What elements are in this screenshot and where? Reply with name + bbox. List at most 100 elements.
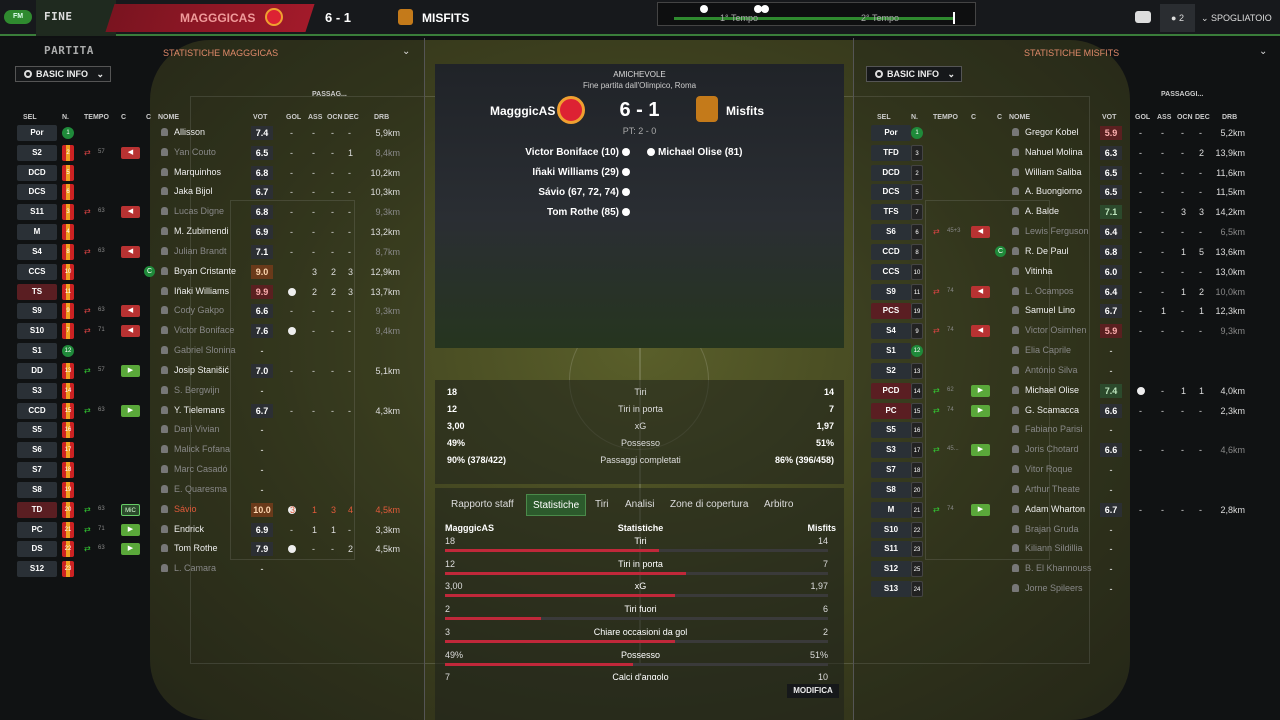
player-row[interactable]: S13 24 Jorne Spileers -	[854, 579, 1279, 598]
player-name[interactable]: Gregor Kobel	[1025, 127, 1079, 137]
player-row[interactable]: DS 22 ⇄ 63 ▶ Tom Rothe 7.9 - - 2 4,5km	[0, 539, 425, 558]
match-timeline[interactable]: 1° Tempo 2° Tempo	[657, 2, 976, 26]
player-row[interactable]: CCD 8 C R. De Paul 6.8 - - 1 5 13,6km	[854, 242, 1279, 261]
player-row[interactable]: Por 1 Allisson 7.4 - - - - 5,9km	[0, 123, 425, 142]
player-row[interactable]: TFD 3 Nahuel Molina 6.3 - - - 2 13,9km	[854, 143, 1279, 162]
player-row[interactable]: Por 1 Gregor Kobel 5.9 - - - - 5,2km	[854, 123, 1279, 142]
player-row[interactable]: S7 18 Vitor Roque -	[854, 460, 1279, 479]
player-row[interactable]: DCD 2 William Saliba 6.5 - - - - 11,6km	[854, 163, 1279, 182]
player-name[interactable]: António Silva	[1025, 365, 1078, 375]
player-name[interactable]: Tom Rothe	[174, 543, 218, 553]
column-header-nome[interactable]: NOME	[1009, 114, 1030, 121]
player-name[interactable]: Vitor Roque	[1025, 464, 1072, 474]
player-row[interactable]: PCS 19 Samuel Lino 6.7 - 1 - 1 12,3km	[854, 301, 1279, 320]
player-row[interactable]: S1 12 Gabriel Slonina -	[0, 341, 425, 360]
player-row[interactable]: S2 2 ⇄ 57 ◀ Yan Couto 6.5 - - - 1 8,4km	[0, 143, 425, 162]
player-row[interactable]: DD 13 ⇄ 57 ▶ Josip Stanišić 7.0 - - - - 5,1km	[0, 361, 425, 380]
tab-rapporto-staff[interactable]: Rapporto staff	[445, 494, 520, 516]
player-name[interactable]: Lucas Digne	[174, 206, 224, 216]
column-header-sel[interactable]: SEL	[877, 114, 891, 121]
column-header-n[interactable]: N.	[911, 114, 918, 121]
player-row[interactable]: S3 17 ⇄ 45... ▶ Joris Chotard 6.6 - - - - 4,6km	[854, 440, 1279, 459]
column-header-ocn[interactable]: OCN	[1177, 114, 1193, 121]
player-name[interactable]: M. Zubimendi	[174, 226, 229, 236]
player-name[interactable]: Endrick	[174, 524, 204, 534]
player-row[interactable]: S3 14 S. Bergwijn -	[0, 381, 425, 400]
player-name[interactable]: Elia Caprile	[1025, 345, 1071, 355]
player-name[interactable]: Allisson	[174, 127, 205, 137]
player-row[interactable]: S8 19 E. Quaresma -	[0, 480, 425, 499]
player-row[interactable]: S6 17 Malick Fofana -	[0, 440, 425, 459]
column-header-gol[interactable]: GOL	[1135, 114, 1150, 121]
tab-tiri[interactable]: Tiri	[589, 494, 615, 516]
player-name[interactable]: Marc Casadó	[174, 464, 228, 474]
player-row[interactable]: S9 9 ⇄ 63 ◀ Cody Gakpo 6.6 - - - - 9,3km	[0, 301, 425, 320]
player-name[interactable]: Y. Tielemans	[174, 405, 225, 415]
player-name[interactable]: S. Bergwijn	[174, 385, 220, 395]
tab-arbitro[interactable]: Arbitro	[758, 494, 799, 516]
player-name[interactable]: Iñaki Williams	[174, 286, 229, 296]
player-row[interactable]: CCD 15 ⇄ 63 ▶ Y. Tielemans 6.7 - - - - 4,3km	[0, 401, 425, 420]
player-row[interactable]: TS 11 Iñaki Williams 9.9 2 2 3 13,7km	[0, 282, 425, 301]
app-logo[interactable]: FM	[4, 10, 32, 24]
chevron-down-icon[interactable]: ⌄	[402, 46, 410, 57]
column-header-drb[interactable]: DRB	[374, 114, 389, 121]
column-header-c1[interactable]: C	[121, 114, 126, 121]
player-row[interactable]: S12 25 B. El Khannouss -	[854, 559, 1279, 578]
player-name[interactable]: Malick Fofana	[174, 444, 230, 454]
tab-zone-di-copertura[interactable]: Zone di copertura	[664, 494, 754, 516]
player-row[interactable]: TFS 7 A. Balde 7.1 - - 3 3 14,2km	[854, 202, 1279, 221]
column-header-tempo[interactable]: TEMPO	[84, 114, 109, 121]
column-header-dec[interactable]: DEC	[344, 114, 359, 121]
player-name[interactable]: Julian Brandt	[174, 246, 227, 256]
column-header-c1[interactable]: C	[971, 114, 976, 121]
player-row[interactable]: S1 12 Elia Caprile -	[854, 341, 1279, 360]
player-name[interactable]: Arthur Theate	[1025, 484, 1080, 494]
player-row[interactable]: S9 11 ⇄ 74 ◀ L. Ocampos 6.4 - - 1 2 10,0km	[854, 282, 1279, 301]
player-name[interactable]: B. El Khannouss	[1025, 563, 1092, 573]
tab-statistiche[interactable]: Statistiche	[526, 494, 587, 516]
player-name[interactable]: Joris Chotard	[1025, 444, 1079, 454]
tab-analisi[interactable]: Analisi	[619, 494, 660, 516]
player-name[interactable]: Dani Vivian	[174, 424, 219, 434]
player-row[interactable]: PC 21 ⇄ 71 ▶ Endrick 6.9-1 1-3,3km	[0, 520, 425, 539]
player-name[interactable]: L. Ocampos	[1025, 286, 1074, 296]
player-name[interactable]: Gabriel Slonina	[174, 345, 236, 355]
column-header-nome[interactable]: NOME	[158, 114, 179, 121]
people-count-button[interactable]: ● 2	[1160, 4, 1195, 32]
player-name[interactable]: Kiliann Sildillia	[1025, 543, 1083, 553]
player-row[interactable]: PC 15 ⇄ 74 ▶ G. Scamacca 6.6 - - - - 2,3km	[854, 401, 1279, 420]
player-name[interactable]: Yan Couto	[174, 147, 216, 157]
player-row[interactable]: DCS 5 A. Buongiorno 6.5 - - - - 11,5km	[854, 182, 1279, 201]
player-name[interactable]: E. Quaresma	[174, 484, 227, 494]
column-header-vot[interactable]: VOT	[1102, 114, 1116, 121]
player-name[interactable]: Sávio	[174, 504, 197, 514]
player-name[interactable]: Bryan Cristante	[174, 266, 236, 276]
player-name[interactable]: Josip Stanišić	[174, 365, 229, 375]
player-row[interactable]: S10 22 Brajan Gruda -	[854, 520, 1279, 539]
column-header-passaggi[interactable]: PASSAG...	[312, 91, 347, 98]
player-row[interactable]: S4 9 ⇄ 74 ◀ Victor Osimhen 5.9 - - - - 9,3km	[854, 321, 1279, 340]
column-header-ocn[interactable]: OCN	[327, 114, 343, 121]
player-name[interactable]: R. De Paul	[1025, 246, 1069, 256]
player-name[interactable]: Nahuel Molina	[1025, 147, 1083, 157]
chevron-down-icon[interactable]: ⌄	[1259, 46, 1267, 57]
column-header-dec[interactable]: DEC	[1195, 114, 1210, 121]
basic-info-dropdown[interactable]: BASIC INFO ⌄	[866, 66, 962, 82]
modifica-button[interactable]: MODIFICA	[787, 684, 839, 698]
player-name[interactable]: A. Balde	[1025, 206, 1059, 216]
basic-info-dropdown[interactable]: BASIC INFO ⌄	[15, 66, 111, 82]
column-header-sel[interactable]: SEL	[23, 114, 37, 121]
column-header-drb[interactable]: DRB	[1222, 114, 1237, 121]
column-header-passaggi[interactable]: PASSAGGI...	[1161, 91, 1203, 98]
column-header-n[interactable]: N.	[62, 114, 69, 121]
player-row[interactable]: S2 13 António Silva -	[854, 361, 1279, 380]
player-row[interactable]: CCS 10 C Bryan Cristante 9.0 3 2 3 12,9km	[0, 262, 425, 281]
player-name[interactable]: Samuel Lino	[1025, 305, 1075, 315]
player-name[interactable]: Michael Olise	[1025, 385, 1079, 395]
player-row[interactable]: S8 20 Arthur Theate -	[854, 480, 1279, 499]
player-name[interactable]: L. Camara	[174, 563, 216, 573]
player-row[interactable]: PCD 14 ⇄ 62 ▶ Michael Olise 7.4 - 1 1 4,0km	[854, 381, 1279, 400]
column-header-ass[interactable]: ASS	[1157, 114, 1171, 121]
player-row[interactable]: S10 7 ⇄ 71 ◀ Victor Boniface 7.6 - - - 9,4km	[0, 321, 425, 340]
